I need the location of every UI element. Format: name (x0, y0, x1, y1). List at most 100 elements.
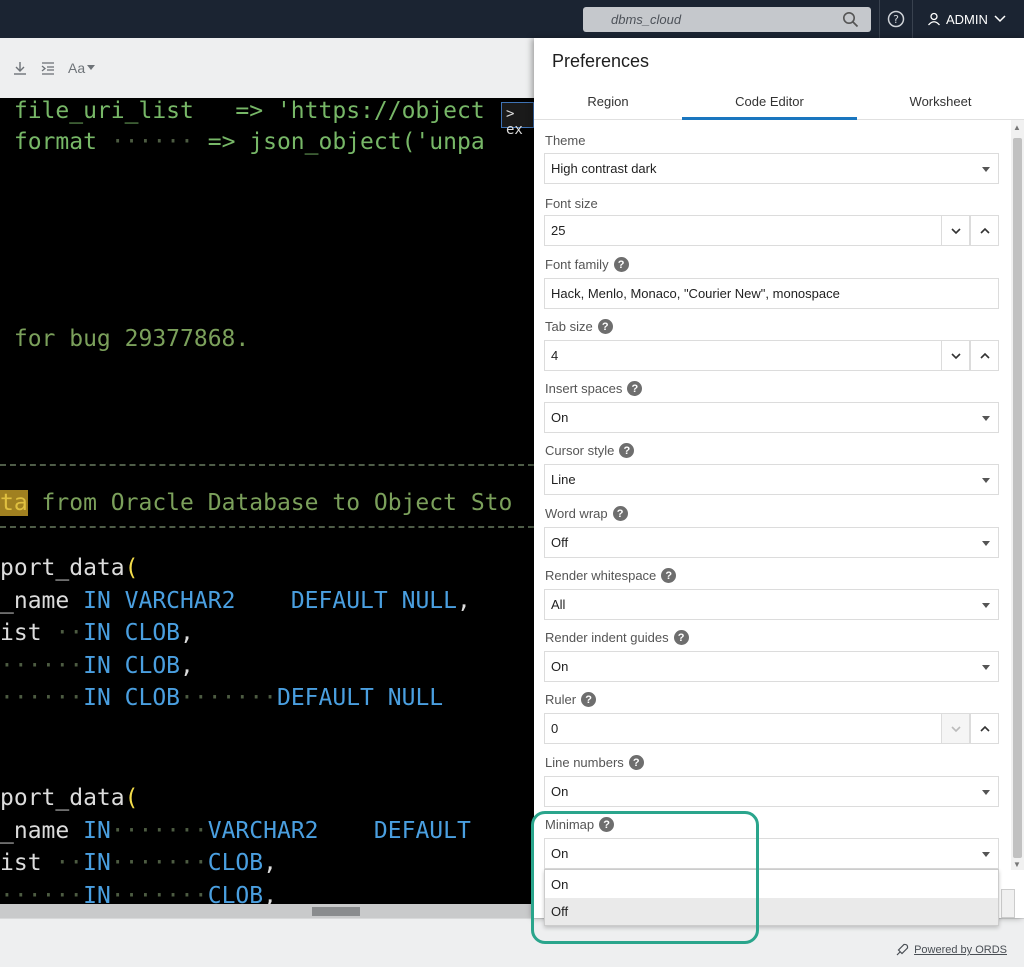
code-line[interactable]: ist ··IN CLOB, (0, 620, 194, 646)
code-token: ·· (55, 850, 84, 876)
code-token: ( (124, 785, 139, 811)
code-token: 'https://object (276, 98, 485, 124)
help-circle-icon: ? (887, 10, 905, 28)
code-token: , (456, 588, 471, 614)
tab-region[interactable]: Region (534, 94, 682, 120)
scroll-down-arrow-icon[interactable]: ▼ (1013, 860, 1021, 869)
panel-scroll-thumb[interactable] (1013, 138, 1022, 858)
code-line[interactable]: for bug 29377868. (0, 326, 249, 352)
code-line[interactable]: ······IN·······CLOB, (0, 883, 277, 904)
search-icon[interactable] (842, 11, 859, 28)
top-bar: dbms_cloud ? ADMIN (0, 0, 1024, 38)
caret-down-icon (982, 852, 990, 857)
help-icon[interactable]: ? (613, 257, 629, 272)
code-token: , (263, 883, 277, 904)
line-numbers-select[interactable]: On (544, 776, 999, 807)
code-token: IN CLOB (83, 653, 181, 679)
preferences-tabs: Region Code Editor Worksheet (534, 92, 1024, 120)
cursor-style-label: Cursor style? (545, 443, 635, 458)
editor-horizontal-scrollbar[interactable] (0, 904, 534, 918)
code-line[interactable]: ······IN CLOB, (0, 653, 194, 679)
theme-label: Theme (545, 133, 586, 148)
preferences-form: Theme High contrast dark Font size 25 Fo… (534, 120, 1024, 920)
search-box[interactable]: dbms_cloud (583, 7, 871, 32)
render-whitespace-select[interactable]: All (544, 589, 999, 620)
help-icon[interactable]: ? (619, 443, 635, 458)
code-token: CLOB (207, 850, 264, 876)
caret-down-icon (982, 541, 990, 546)
code-token: ······ (0, 653, 84, 679)
download-icon[interactable] (12, 60, 28, 76)
help-icon[interactable]: ? (581, 692, 597, 707)
code-token: format (0, 129, 111, 155)
code-line[interactable]: port_data( (0, 785, 138, 811)
highlight-callout (531, 811, 759, 944)
panel-title: Preferences (552, 51, 650, 71)
ruler-increment-button[interactable] (970, 713, 999, 744)
chevron-down-icon (994, 15, 1006, 23)
help-icon[interactable]: ? (661, 568, 677, 583)
render-indent-guides-select[interactable]: On (544, 651, 999, 682)
chevron-up-icon (979, 227, 990, 234)
cursor-style-select[interactable]: Line (544, 464, 999, 495)
theme-select[interactable]: High contrast dark (544, 153, 999, 184)
help-icon[interactable]: ? (673, 630, 689, 645)
scroll-up-arrow-icon[interactable]: ▲ (1013, 123, 1021, 132)
code-line[interactable]: ta from Oracle Database to Object Sto (0, 490, 512, 516)
help-button[interactable]: ? (879, 0, 913, 38)
chevron-up-icon (979, 352, 990, 359)
caret-down-icon (87, 65, 96, 70)
help-icon[interactable]: ? (597, 319, 613, 334)
code-line[interactable]: format ······ => json_object('unpa (0, 129, 485, 155)
editor-scroll-thumb[interactable] (312, 907, 360, 916)
font-size-input[interactable]: 25 (544, 215, 999, 246)
code-token: IN (83, 818, 111, 844)
code-editor[interactable]: file_uri_list => 'https://object format … (0, 98, 534, 904)
code-line[interactable]: ist ··IN·······CLOB, (0, 850, 277, 876)
code-line[interactable]: ······IN CLOB·······DEFAULT NULL (0, 685, 443, 711)
tab-size-input[interactable]: 4 (544, 340, 999, 371)
code-token: , (180, 653, 194, 679)
font-size-increment-button[interactable] (970, 215, 999, 246)
tab-size-increment-button[interactable] (970, 340, 999, 371)
code-token: ( (124, 555, 139, 581)
tab-size-decrement-button[interactable] (941, 340, 970, 371)
code-token: _name (0, 818, 84, 844)
font-menu-button[interactable]: Aa (68, 60, 97, 76)
tab-code-editor[interactable]: Code Editor (682, 94, 857, 120)
font-size-decrement-button[interactable] (941, 215, 970, 246)
search-input[interactable]: dbms_cloud (611, 12, 681, 27)
rocket-icon (896, 943, 909, 956)
suggestion-text: ex (506, 122, 523, 138)
help-icon[interactable]: ? (628, 755, 644, 770)
font-family-input[interactable]: Hack, Menlo, Monaco, "Courier New", mono… (544, 278, 999, 309)
code-token: ······· (110, 818, 208, 844)
code-token: ······ (0, 685, 84, 711)
code-token: ist (0, 850, 56, 876)
code-line[interactable]: file_uri_list => 'https://object (0, 98, 485, 124)
code-token: VARCHAR2 (207, 818, 319, 844)
format-indent-icon[interactable] (40, 60, 56, 76)
help-icon[interactable]: ? (612, 506, 628, 521)
code-token: ······· (110, 883, 208, 904)
tab-worksheet[interactable]: Worksheet (857, 94, 1024, 120)
ruler-decrement-button[interactable] (941, 713, 970, 744)
insert-spaces-select[interactable]: On (544, 402, 999, 433)
code-line[interactable]: _name IN VARCHAR2 DEFAULT NULL, (0, 588, 471, 614)
caret-down-icon (982, 478, 990, 483)
code-line[interactable]: _name IN·······VARCHAR2 DEFAULT (0, 818, 471, 844)
panel-action-button[interactable] (1001, 889, 1015, 918)
code-token: IN CLOB (83, 620, 181, 646)
suggestion-widget[interactable]: > ex (501, 102, 534, 138)
code-line[interactable]: port_data( (0, 555, 138, 581)
word-wrap-select[interactable]: Off (544, 527, 999, 558)
ruler-input[interactable]: 0 (544, 713, 999, 744)
user-menu-button[interactable]: ADMIN (913, 0, 1024, 38)
code-token: => (221, 98, 277, 124)
help-icon[interactable]: ? (627, 381, 643, 396)
code-token: IN VARCHAR2 (83, 588, 236, 614)
code-token: IN (83, 883, 111, 904)
powered-by-link[interactable]: Powered by ORDS (895, 943, 1007, 957)
render-indent-guides-label: Render indent guides? (545, 630, 689, 645)
